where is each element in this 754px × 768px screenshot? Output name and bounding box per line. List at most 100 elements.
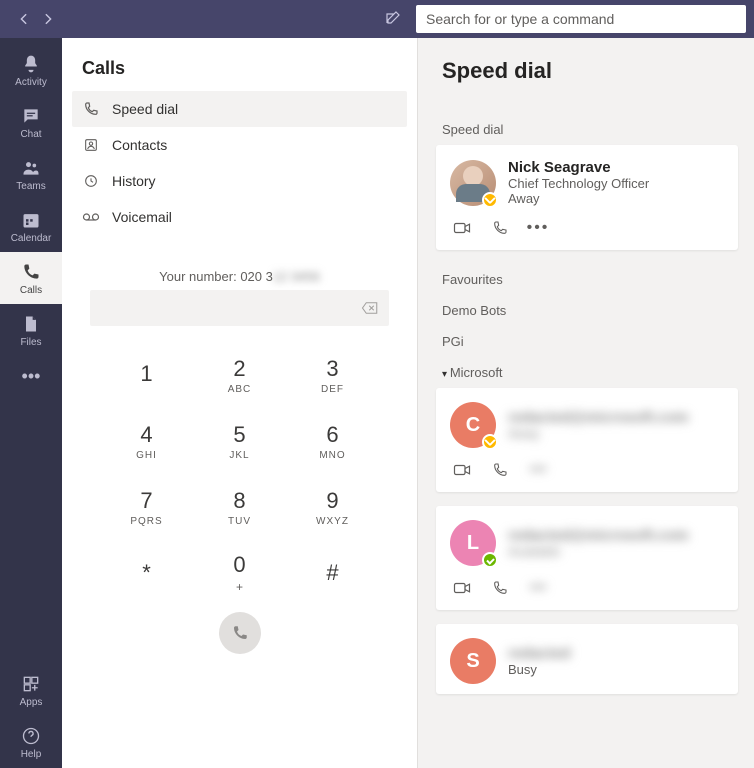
speed-dial-title: Speed dial <box>418 38 754 114</box>
dial-clear-button[interactable] <box>359 297 381 319</box>
app-rail: Activity Chat Teams Calendar <box>0 38 62 768</box>
phone-icon <box>20 261 42 283</box>
video-call-button[interactable] <box>452 460 472 480</box>
dialkey-4[interactable]: 4GHI <box>100 412 193 470</box>
chevron-right-icon <box>41 12 55 26</box>
command-search-box[interactable] <box>416 5 746 33</box>
dialkey-1[interactable]: 1 <box>100 346 193 404</box>
speed-dial-pane: Speed dial Speed dial Nick Seagrave Chie… <box>418 38 754 768</box>
contact-title: Chief Technology Officer <box>508 176 649 191</box>
dialpad: 1 2ABC 3DEF 4GHI 5JKL 6MNO 7PQRS 8TUV 9W… <box>62 332 417 602</box>
contact-card: S redacted Busy <box>436 624 738 694</box>
files-icon <box>20 313 42 335</box>
ellipsis-icon: ••• <box>22 366 41 387</box>
dialkey-3[interactable]: 3DEF <box>286 346 379 404</box>
group-demo-bots[interactable]: Demo Bots <box>436 295 738 326</box>
more-button[interactable]: ••• <box>528 218 548 238</box>
ellipsis-icon: ••• <box>530 579 547 597</box>
rail-apps-label: Apps <box>20 697 43 708</box>
nav-forward-button[interactable] <box>38 9 58 29</box>
nav-history-label: History <box>112 173 156 189</box>
phone-outline-icon <box>492 580 508 596</box>
rail-apps[interactable]: Apps <box>0 664 62 716</box>
chevron-left-icon <box>17 12 31 26</box>
avatar <box>450 160 496 206</box>
audio-call-button[interactable] <box>490 460 510 480</box>
dialkey-9[interactable]: 9WXYZ <box>286 478 379 536</box>
dialkey-star[interactable]: * <box>100 544 193 602</box>
group-speed-dial[interactable]: Speed dial <box>436 114 738 145</box>
rail-calls-label: Calls <box>20 285 42 296</box>
dialkey-2[interactable]: 2ABC <box>193 346 286 404</box>
compose-icon <box>384 11 400 27</box>
presence-away-icon <box>482 434 498 450</box>
rail-activity[interactable]: Activity <box>0 44 62 96</box>
dialkey-6[interactable]: 6MNO <box>286 412 379 470</box>
nav-speed-dial-label: Speed dial <box>112 101 178 117</box>
rail-help[interactable]: Help <box>0 716 62 768</box>
calls-title: Calls <box>62 38 417 91</box>
contact-name: redacted@microsoft.com <box>508 409 689 426</box>
contacts-icon <box>82 136 100 154</box>
dial-number-input[interactable] <box>90 290 389 326</box>
teams-icon <box>20 157 42 179</box>
nav-history[interactable]: History <box>72 163 407 199</box>
video-call-button[interactable] <box>452 578 472 598</box>
group-microsoft[interactable]: Microsoft <box>436 357 738 388</box>
help-icon <box>20 725 42 747</box>
nav-voicemail[interactable]: Voicemail <box>72 199 407 235</box>
your-number-label: Your number: 020 312 3456 <box>62 243 417 290</box>
more-button[interactable]: ••• <box>528 578 548 598</box>
nav-back-button[interactable] <box>14 9 34 29</box>
dialkey-0[interactable]: 0+ <box>193 544 286 602</box>
rail-more-button[interactable]: ••• <box>0 356 62 396</box>
nav-voicemail-label: Voicemail <box>112 209 172 225</box>
rail-chat[interactable]: Chat <box>0 96 62 148</box>
dial-call-button[interactable] <box>219 612 261 654</box>
dialkey-7[interactable]: 7PQRS <box>100 478 193 536</box>
audio-call-button[interactable] <box>490 578 510 598</box>
bell-icon <box>20 53 42 75</box>
rail-teams-label: Teams <box>16 181 45 192</box>
video-icon <box>453 463 471 477</box>
presence-available-icon <box>482 552 498 568</box>
phone-fill-icon <box>231 624 249 642</box>
ellipsis-icon: ••• <box>527 219 550 237</box>
video-icon <box>453 581 471 595</box>
rail-teams[interactable]: Teams <box>0 148 62 200</box>
group-pgi[interactable]: PGi <box>436 326 738 357</box>
contact-card: L redacted@microsoft.com Available ••• <box>436 506 738 610</box>
chat-icon <box>20 105 42 127</box>
nav-contacts-label: Contacts <box>112 137 167 153</box>
contact-name: redacted@microsoft.com <box>508 527 689 544</box>
rail-calendar[interactable]: Calendar <box>0 200 62 252</box>
rail-calendar-label: Calendar <box>11 233 52 244</box>
presence-away-icon <box>482 192 498 208</box>
contact-name: Nick Seagrave <box>508 159 649 176</box>
contact-status: Away <box>508 191 649 206</box>
calendar-icon <box>20 209 42 231</box>
contact-status: Away <box>508 426 689 441</box>
command-search-input[interactable] <box>426 11 736 27</box>
rail-activity-label: Activity <box>15 77 47 88</box>
avatar: L <box>450 520 496 566</box>
video-call-button[interactable] <box>452 218 472 238</box>
calls-nav: Speed dial Contacts History <box>62 91 417 243</box>
dialkey-5[interactable]: 5JKL <box>193 412 286 470</box>
phone-outline-icon <box>492 462 508 478</box>
nav-speed-dial[interactable]: Speed dial <box>72 91 407 127</box>
rail-files[interactable]: Files <box>0 304 62 356</box>
nav-contacts[interactable]: Contacts <box>72 127 407 163</box>
voicemail-icon <box>82 208 100 226</box>
rail-calls[interactable]: Calls <box>0 252 62 304</box>
more-button[interactable]: ••• <box>528 460 548 480</box>
dialkey-hash[interactable]: # <box>286 544 379 602</box>
dialkey-8[interactable]: 8TUV <box>193 478 286 536</box>
calls-panel: Calls Speed dial Contacts <box>62 38 418 768</box>
new-chat-button[interactable] <box>380 7 404 31</box>
group-favourites[interactable]: Favourites <box>436 264 738 295</box>
audio-call-button[interactable] <box>490 218 510 238</box>
phone-outline-icon <box>82 100 100 118</box>
rail-help-label: Help <box>21 749 42 760</box>
video-icon <box>453 221 471 235</box>
